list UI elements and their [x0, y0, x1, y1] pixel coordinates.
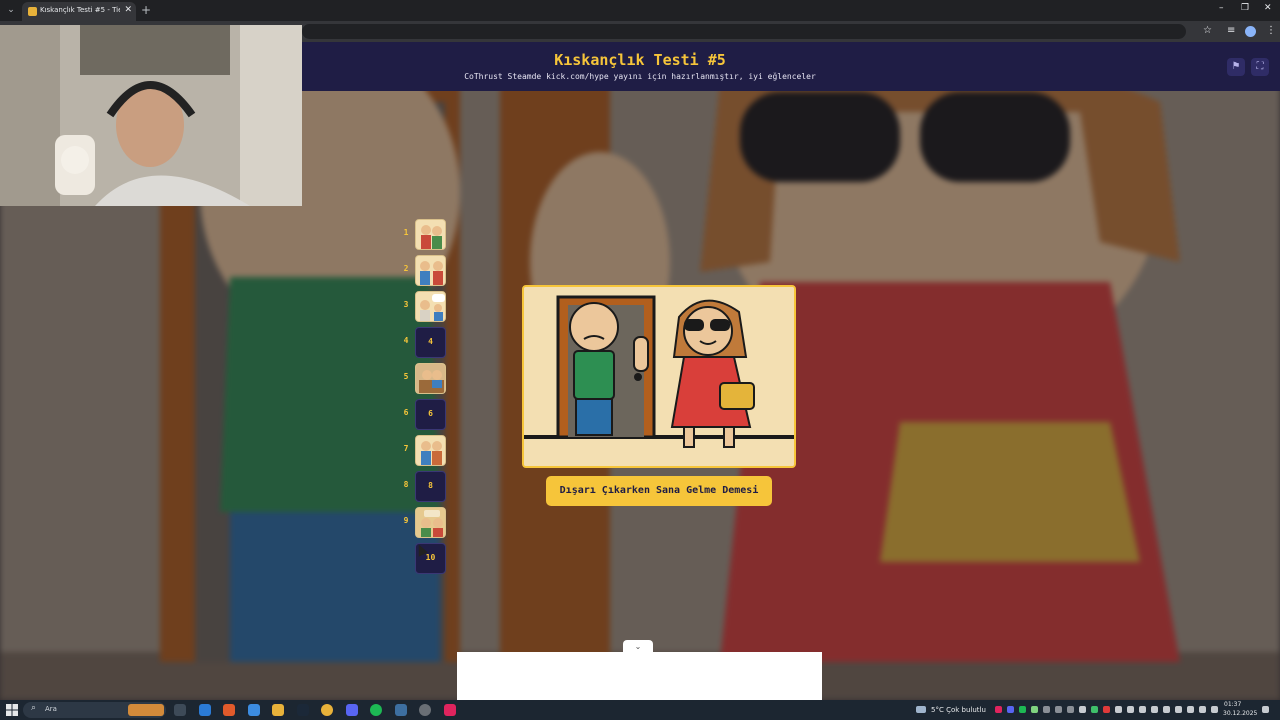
- bookmark-star-icon[interactable]: ☆: [1203, 25, 1212, 37]
- thumbnail-image[interactable]: [415, 507, 446, 538]
- browser-menu-icon[interactable]: ⋮: [1266, 25, 1276, 37]
- thumbnail-item-6[interactable]: 6 6: [400, 399, 450, 431]
- weather-cloud-icon[interactable]: [916, 706, 926, 713]
- profile-avatar-icon[interactable]: [1245, 26, 1256, 37]
- task-view-icon[interactable]: [174, 704, 186, 716]
- thumbnail-number: 5: [403, 372, 409, 381]
- window-close-button[interactable]: ✕: [1264, 3, 1272, 13]
- app-icon[interactable]: [444, 704, 456, 716]
- tray-app-icon[interactable]: [1127, 706, 1134, 713]
- thumbnail-placeholder[interactable]: 6: [415, 399, 446, 430]
- spotify-icon[interactable]: [370, 704, 382, 716]
- thumbnail-image[interactable]: [415, 435, 446, 466]
- app-icon[interactable]: [223, 704, 235, 716]
- thumbnail-label: 4: [428, 337, 433, 346]
- network-icon[interactable]: [1187, 706, 1194, 713]
- thumbnail-item-8[interactable]: 8 8: [400, 471, 450, 503]
- app-icon[interactable]: [395, 704, 407, 716]
- clock-date[interactable]: 30.12.2025: [1223, 710, 1257, 717]
- notifications-icon[interactable]: [1262, 706, 1269, 713]
- obs-icon[interactable]: [419, 704, 431, 716]
- tray-app-icon[interactable]: [1211, 706, 1218, 713]
- tray-app-icon[interactable]: [1163, 706, 1170, 713]
- tray-app-icon[interactable]: [1091, 706, 1098, 713]
- thumbnail-item-4[interactable]: 4 4: [400, 327, 450, 359]
- store-icon[interactable]: [248, 704, 260, 716]
- selected-item-illustration: [524, 287, 794, 466]
- thumbnail-item-3[interactable]: 3: [400, 291, 450, 323]
- windows-taskbar: ⌕ Ara 5°C Çok bulutlu 01:37 30.12.2025: [0, 700, 1280, 720]
- clock-time[interactable]: 01:37: [1224, 701, 1241, 708]
- discord-icon[interactable]: [346, 704, 358, 716]
- thumbnail-item-1[interactable]: 1: [400, 219, 450, 251]
- tray-app-icon[interactable]: [995, 706, 1002, 713]
- search-placeholder: Ara: [45, 705, 57, 713]
- tray-spotify-icon[interactable]: [1019, 706, 1026, 713]
- thumbnail-number: 4: [403, 336, 409, 345]
- thumbnail-number: 9: [403, 516, 409, 525]
- ad-banner[interactable]: [457, 652, 822, 700]
- tray-app-icon[interactable]: [1115, 706, 1122, 713]
- thumbnail-item-5[interactable]: 5: [400, 363, 450, 395]
- thumbnail-placeholder[interactable]: 4: [415, 327, 446, 358]
- selected-item-caption: Dışarı Çıkarken Sana Gelme Demesi: [546, 476, 772, 506]
- thumbnail-number: 3: [403, 300, 409, 309]
- edge-icon[interactable]: [199, 704, 211, 716]
- tray-app-icon[interactable]: [1055, 706, 1062, 713]
- tab-title: Kıskançlık Testi #5 - Tier List, Ki: [40, 6, 120, 14]
- tab-search-menu-icon[interactable]: ⌄: [4, 3, 18, 17]
- thumbnail-image[interactable]: [415, 363, 446, 394]
- extensions-icon[interactable]: ≡: [1227, 25, 1235, 37]
- tray-app-icon[interactable]: [1151, 706, 1158, 713]
- webcam-overlay: [0, 25, 302, 206]
- chrome-icon[interactable]: [321, 704, 333, 716]
- address-bar[interactable]: [302, 24, 1186, 39]
- thumbnail-label: 6: [428, 409, 433, 418]
- file-explorer-icon[interactable]: [272, 704, 284, 716]
- selected-item-card[interactable]: [522, 285, 796, 468]
- weather-text[interactable]: 5°C Çok bulutlu: [931, 706, 986, 714]
- tray-app-icon[interactable]: [1139, 706, 1146, 713]
- minimize-button[interactable]: –: [1219, 3, 1224, 13]
- flag-icon[interactable]: ⚑: [1227, 58, 1245, 76]
- thumbnail-placeholder[interactable]: 8: [415, 471, 446, 502]
- search-icon: ⌕: [31, 703, 37, 713]
- maximize-button[interactable]: ❐: [1241, 3, 1249, 13]
- thumbnail-item-9[interactable]: 9: [400, 507, 450, 539]
- microphone-icon[interactable]: [1175, 706, 1182, 713]
- search-highlight-icon[interactable]: [128, 704, 164, 716]
- tray-app-icon[interactable]: [1031, 706, 1038, 713]
- thumbnail-item-7[interactable]: 7: [400, 435, 450, 467]
- tray-app-icon[interactable]: [1067, 706, 1074, 713]
- thumbnail-label: 8: [428, 481, 433, 490]
- thumbnail-image[interactable]: [415, 255, 446, 286]
- new-tab-button[interactable]: +: [141, 3, 151, 17]
- thumbnail-number: 6: [403, 408, 409, 417]
- tab-favicon-icon: [28, 7, 37, 16]
- thumbnail-number: 2: [403, 264, 409, 273]
- thumbnail-image[interactable]: [415, 291, 446, 322]
- windows-start-icon[interactable]: [6, 704, 18, 716]
- tray-app-icon[interactable]: [1043, 706, 1050, 713]
- thumbnail-image[interactable]: [415, 219, 446, 250]
- tray-app-icon[interactable]: [1079, 706, 1086, 713]
- tray-discord-icon[interactable]: [1007, 706, 1014, 713]
- tab-close-icon[interactable]: ✕: [124, 5, 132, 15]
- thumbnail-number: 8: [403, 480, 409, 489]
- browser-tab-active[interactable]: Kıskançlık Testi #5 - Tier List, Ki ✕: [22, 2, 136, 21]
- thumbnail-number: 1: [403, 228, 409, 237]
- thumbnail-list: 1 2 3 4 4 5 6 6 7 8 8 9 10: [400, 217, 450, 577]
- steam-icon[interactable]: [297, 704, 309, 716]
- fullscreen-icon[interactable]: ⛶: [1251, 58, 1269, 76]
- tray-app-icon[interactable]: [1103, 706, 1110, 713]
- thumbnail-item-2[interactable]: 2: [400, 255, 450, 287]
- volume-icon[interactable]: [1199, 706, 1206, 713]
- browser-tab-bar: ⌄ Kıskançlık Testi #5 - Tier List, Ki ✕ …: [0, 0, 1280, 21]
- thumbnail-number: 7: [403, 444, 409, 453]
